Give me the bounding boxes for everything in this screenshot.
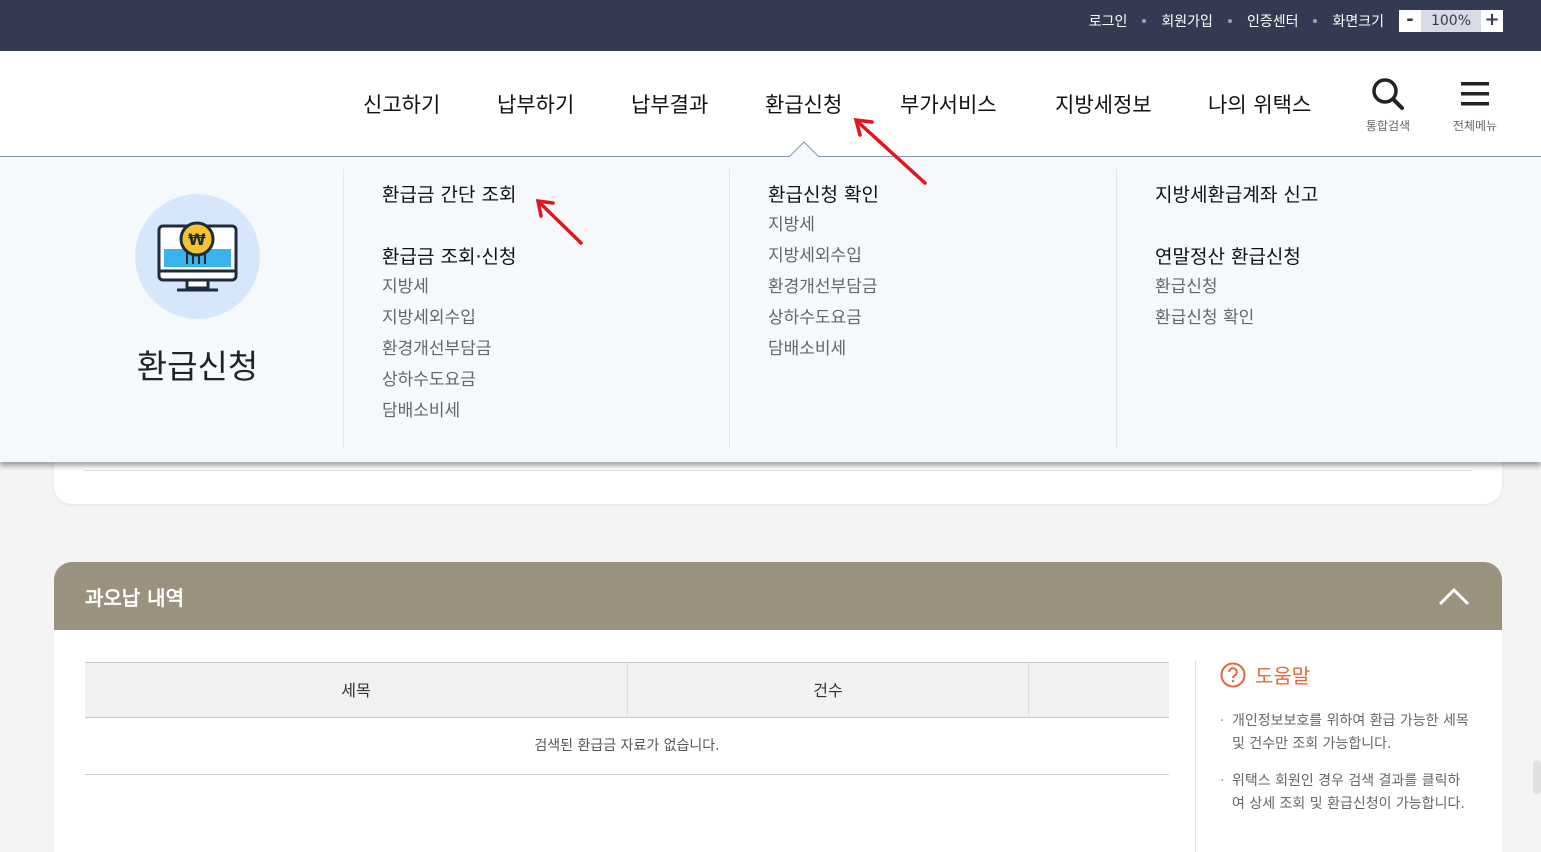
mega-menu-title: 환급신청 — [136, 347, 259, 386]
empty-table-message: 검색된 환급금 자료가 없습니다. — [85, 718, 1169, 775]
col3-refund-check-link[interactable]: 환급신청 확인 — [1155, 303, 1506, 334]
hamburger-icon — [1461, 82, 1489, 106]
panel-title: 과오납 내역 — [85, 586, 184, 610]
cert-center-link[interactable]: 인증센터 — [1247, 11, 1299, 31]
dropdown-pointer — [789, 141, 819, 157]
search-label: 통합검색 — [1365, 119, 1411, 133]
help-list: 개인정보보호를 위하여 환급 가능한 세목 및 건수만 조회 가능합니다. 위택… — [1220, 710, 1470, 830]
refund-lookup-apply-link[interactable]: 환급금 조회·신청 — [382, 242, 730, 269]
separator-dot — [1142, 19, 1147, 23]
integrated-search-button[interactable]: 통합검색 — [1353, 77, 1423, 134]
separator-dot — [1313, 19, 1318, 23]
separator-dot — [1227, 19, 1232, 23]
column-header-count: 건수 — [813, 681, 843, 700]
screen-size-label: 화면크기 — [1332, 14, 1384, 30]
overpayment-panel: 과오납 내역 세목 건수 검색된 환급금 자료가 없습니다. 도움말 개인정보보… — [54, 562, 1502, 852]
zoom-in-button[interactable]: + — [1481, 10, 1503, 32]
col1-non-tax-revenue-link[interactable]: 지방세외수입 — [382, 303, 730, 334]
mega-column-3: 지방세환급계좌 신고 연말정산 환급신청 환급신청 환급신청 확인 — [1116, 169, 1506, 449]
login-link[interactable]: 로그인 — [1089, 11, 1128, 31]
zoom-control: - 100% + — [1399, 10, 1503, 32]
refund-mega-menu: ₩ 환급신청 환급금 간단 조회 환급금 조회·신청 지방세 지방세외수입 환경… — [0, 157, 1541, 462]
menu-payment-result[interactable]: 납부결과 — [631, 89, 708, 119]
col2-water-fee-link[interactable]: 상하수도요금 — [768, 303, 1117, 334]
all-menu-button[interactable]: 전체메뉴 — [1440, 77, 1510, 134]
menu-local-tax-info[interactable]: 지방세정보 — [1055, 89, 1152, 119]
scrollbar-thumb[interactable] — [1533, 760, 1541, 794]
mega-column-1: 환급금 간단 조회 환급금 조회·신청 지방세 지방세외수입 환경개선부담금 상… — [343, 169, 730, 449]
col1-environment-charge-link[interactable]: 환경개선부담금 — [382, 334, 730, 365]
signup-link[interactable]: 회원가입 — [1161, 11, 1213, 31]
question-circle-icon — [1220, 662, 1246, 687]
col2-non-tax-revenue-link[interactable]: 지방세외수입 — [768, 241, 1117, 272]
refund-quick-lookup-link[interactable]: 환급금 간단 조회 — [382, 180, 730, 207]
year-end-refund-link[interactable]: 연말정산 환급신청 — [1155, 242, 1506, 269]
refund-account-report-link[interactable]: 지방세환급계좌 신고 — [1155, 180, 1506, 207]
table-header: 세목 건수 — [85, 662, 1169, 718]
top-utility-bar: 로그인 회원가입 인증센터 화면크기 - 100% + — [0, 0, 1541, 51]
help-item: 위택스 회원인 경우 검색 결과를 클릭하여 상세 조회 및 환급신청이 가능합… — [1220, 770, 1470, 816]
col1-water-fee-link[interactable]: 상하수도요금 — [382, 365, 730, 396]
menu-payment[interactable]: 납부하기 — [497, 89, 574, 119]
zoom-out-button[interactable]: - — [1399, 10, 1421, 32]
col2-local-tax-link[interactable]: 지방세 — [768, 210, 1117, 241]
divider — [84, 470, 1472, 471]
overpayment-table: 세목 건수 검색된 환급금 자료가 없습니다. — [85, 662, 1169, 775]
col1-tobacco-tax-link[interactable]: 담배소비세 — [382, 396, 730, 427]
mega-column-2: 환급신청 확인 지방세 지방세외수입 환경개선부담금 상하수도요금 담배소비세 — [729, 169, 1117, 449]
refund-apply-check-link[interactable]: 환급신청 확인 — [768, 180, 1117, 207]
col3-refund-apply-link[interactable]: 환급신청 — [1155, 272, 1506, 303]
menu-report[interactable]: 신고하기 — [363, 89, 440, 119]
column-header-extra — [1029, 663, 1169, 718]
column-header-tax-item: 세목 — [341, 681, 371, 700]
search-icon — [1372, 78, 1404, 110]
refund-monitor-icon: ₩ — [135, 194, 260, 319]
menu-extra-services[interactable]: 부가서비스 — [900, 89, 997, 119]
panel-header: 과오납 내역 — [54, 562, 1502, 630]
utility-links: 로그인 회원가입 인증센터 화면크기 - 100% + — [1089, 9, 1503, 33]
menu-my-wetax[interactable]: 나의 위택스 — [1208, 89, 1311, 119]
help-item: 개인정보보호를 위하여 환급 가능한 세목 및 건수만 조회 가능합니다. — [1220, 710, 1470, 756]
menu-refund[interactable]: 환급신청 — [765, 89, 842, 119]
col2-environment-charge-link[interactable]: 환경개선부담금 — [768, 272, 1117, 303]
global-navigation: 신고하기 납부하기 납부결과 환급신청 부가서비스 지방세정보 나의 위택스 통… — [0, 51, 1541, 157]
chevron-up-icon[interactable] — [1436, 582, 1472, 610]
col2-tobacco-tax-link[interactable]: 담배소비세 — [768, 334, 1117, 365]
all-menu-label: 전체메뉴 — [1452, 119, 1498, 133]
help-heading: 도움말 — [1220, 660, 1310, 689]
col1-local-tax-link[interactable]: 지방세 — [382, 272, 730, 303]
svg-text:₩: ₩ — [188, 230, 206, 249]
zoom-value: 100% — [1421, 10, 1481, 32]
help-title: 도움말 — [1255, 664, 1311, 688]
help-box: 도움말 개인정보보호를 위하여 환급 가능한 세목 및 건수만 조회 가능합니다… — [1195, 660, 1485, 852]
